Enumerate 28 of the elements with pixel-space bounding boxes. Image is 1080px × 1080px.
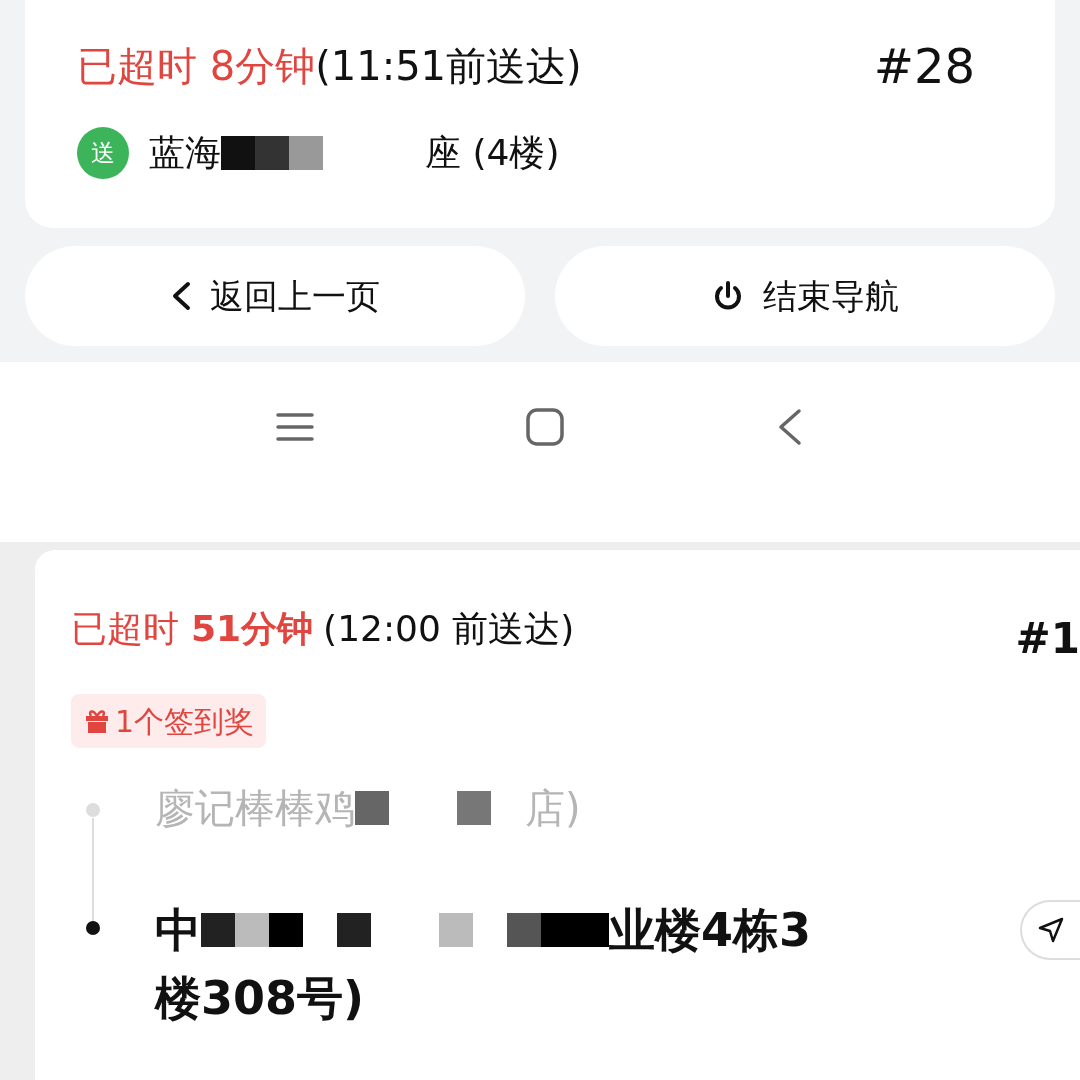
address-text: 中 xyxy=(155,901,201,959)
chevron-left-icon xyxy=(170,281,192,311)
redaction-mosaic xyxy=(457,791,491,825)
navigate-button[interactable] xyxy=(1020,900,1080,960)
gift-icon xyxy=(83,707,111,735)
navigation-arrow-icon xyxy=(1037,916,1065,944)
overdue-label: 已超时 8分钟 xyxy=(77,46,316,86)
redaction-mosaic xyxy=(439,913,473,947)
shop-name: 店) xyxy=(525,784,581,833)
deadline-text: (12:00 前送达) xyxy=(323,611,575,647)
order-number: #1 xyxy=(1015,618,1080,660)
address-text: 楼308号) xyxy=(155,970,366,1027)
address-text: 业楼4栋3 xyxy=(609,901,811,959)
address-text: 蓝海 xyxy=(149,131,221,175)
deadline-text: (11:51前送达) xyxy=(315,46,582,86)
action-button[interactable]: 返回上一页 xyxy=(25,246,525,346)
redaction-mosaic xyxy=(337,913,371,947)
redaction-mosaic xyxy=(355,791,389,825)
reward-text: 1个签到奖 xyxy=(115,702,255,741)
overdue-minutes: 51分钟 xyxy=(191,611,314,647)
delivery-badge: 送 xyxy=(77,127,129,179)
overdue-label: 已超时 xyxy=(71,611,179,647)
address-text: 座 (4楼) xyxy=(425,131,560,175)
home-square-icon[interactable] xyxy=(525,407,565,447)
shop-name: 廖记棒棒鸡 xyxy=(155,784,355,833)
order-number: #28 xyxy=(873,42,975,90)
menu-icon[interactable] xyxy=(275,411,315,443)
action-button[interactable]: 结束导航 xyxy=(555,246,1055,346)
